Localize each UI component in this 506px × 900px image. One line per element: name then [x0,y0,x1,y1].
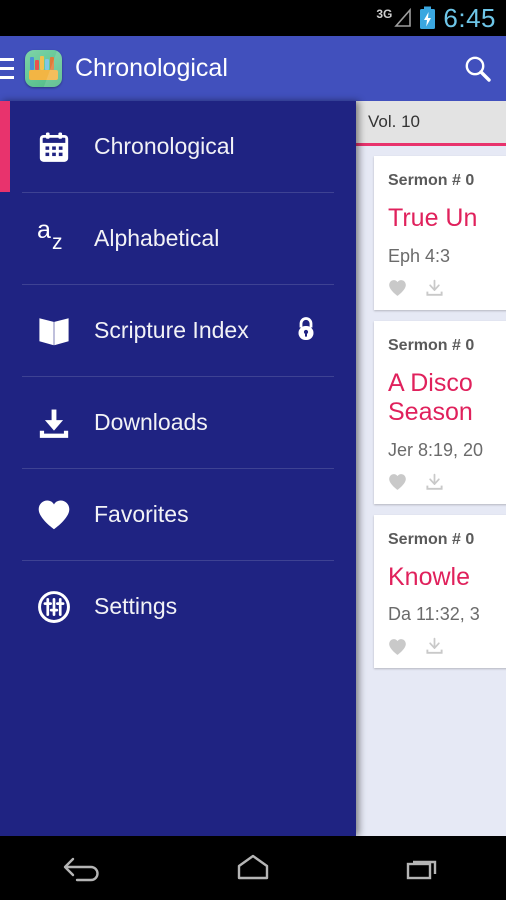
sidebar-item-label: Alphabetical [94,225,220,251]
back-arrow-icon [64,857,100,882]
phone-screen: 3G 6:45 Chronological Vol. 10 Sermon # 0… [0,0,506,900]
recents-icon [406,860,436,880]
scripture-reference: Da 11:32, 3 [388,604,480,624]
sermon-card[interactable]: Sermon # 0 Knowle Da 11:32, 3 [374,514,506,668]
sermon-number: Sermon # 0 [388,172,475,189]
sermon-title: True Un [388,204,478,232]
system-navigation-bar [0,836,506,900]
sidebar-item-alphabetical[interactable]: az Alphabetical [0,193,356,284]
sidebar-item-settings[interactable]: Settings [0,561,356,652]
search-button[interactable] [450,36,506,101]
a-z-sort-icon: az [37,215,63,254]
sidebar-item-favorites[interactable]: Favorites [0,469,356,560]
sidebar-item-scripture-index[interactable]: Scripture Index [0,285,356,376]
sermon-card[interactable]: Sermon # 0 A Disco Season Jer 8:19, 20 [374,320,506,504]
download-icon[interactable] [425,473,444,492]
sidebar-item-label: Scripture Index [94,317,249,343]
home-button[interactable] [198,836,308,900]
action-bar: Chronological [0,36,506,101]
clock-label: 6:45 [443,3,496,33]
search-icon [465,56,491,82]
sermon-card-list: Sermon # 0 True Un Eph 4:3 Sermon # 0 A … [356,146,506,668]
navigation-drawer: Chronological az Alphabetical Scripture … [0,101,356,836]
download-icon[interactable] [425,637,444,656]
scripture-reference: Eph 4:3 [388,245,451,266]
sidebar-item-downloads[interactable]: Downloads [0,377,356,468]
hamburger-menu-icon[interactable] [0,36,18,101]
battery-charging-icon [420,6,436,29]
sidebar-item-label: Favorites [94,501,189,527]
heart-icon[interactable] [388,638,407,656]
card-actions [388,473,506,492]
home-icon [237,854,269,880]
heart-icon[interactable] [388,279,407,297]
sermon-number: Sermon # 0 [388,530,475,548]
heart-icon[interactable] [388,473,407,491]
volume-tab-bar: Vol. 10 [356,101,506,146]
bookshelf-app-icon [25,50,62,87]
card-actions [388,637,506,656]
network-type-label: 3G [376,7,393,21]
sermon-title: A Disco Season [388,368,473,427]
page-title: Chronological [75,54,228,82]
heart-icon [36,497,72,533]
open-book-icon [36,313,72,349]
calendar-icon [36,129,72,165]
sermon-number: Sermon # 0 [388,336,475,354]
back-button[interactable] [29,836,139,900]
sidebar-item-label: Settings [94,593,178,619]
tab-vol-10[interactable]: Vol. 10 [356,112,420,132]
content-pane: Vol. 10 Sermon # 0 True Un Eph 4:3 Sermo… [356,101,506,836]
padlock-icon [294,314,318,347]
card-actions [388,279,506,298]
settings-sliders-icon [36,589,72,625]
status-bar: 3G 6:45 [0,0,506,36]
download-icon[interactable] [425,279,444,298]
signal-indicator: 3G [376,8,412,28]
sermon-title: Knowle [388,562,470,591]
sidebar-item-label: Downloads [94,409,208,435]
download-icon [36,405,72,441]
signal-triangle-icon [394,8,412,27]
sidebar-item-label: Chronological [94,133,235,159]
scripture-reference: Jer 8:19, 20 [388,439,484,460]
sidebar-item-chronological[interactable]: Chronological [0,101,356,192]
recents-button[interactable] [367,836,477,900]
sermon-card[interactable]: Sermon # 0 True Un Eph 4:3 [374,156,506,310]
